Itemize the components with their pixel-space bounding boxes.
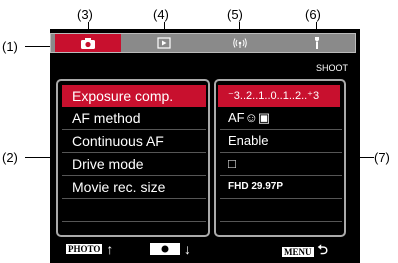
menu-values-panel: ⁻3..2..1..0..1..2..⁺3 AF☺▣ Enable □ FHD …	[214, 79, 346, 237]
wireless-icon	[233, 38, 247, 48]
value-af-method: AF☺▣	[228, 110, 271, 125]
callout-3: (3)	[77, 7, 93, 22]
value-continuous-af: Enable	[228, 133, 269, 148]
value-exposure-scale: ⁻3..2..1..0..1..2..⁺3	[218, 85, 340, 107]
menu-items-panel: Exposure comp. AF method Continuous AF D…	[56, 79, 210, 237]
tab-playback[interactable]	[129, 34, 199, 52]
menu-tab-bar	[50, 33, 356, 53]
value-movie-rec-size: FHD 29.97P	[228, 181, 284, 192]
photo-label: PHOTO	[66, 244, 103, 254]
menu-label: MENU	[282, 247, 314, 257]
camera-icon	[81, 38, 95, 49]
menu-hint: MENU ⮌	[282, 241, 328, 263]
playback-icon	[157, 37, 171, 49]
tab-setup[interactable]	[283, 34, 351, 52]
value-drive-mode: □	[228, 156, 236, 171]
menu-item-drive-mode[interactable]: Drive mode	[62, 153, 206, 175]
callout-5: (5)	[227, 7, 243, 22]
wrench-icon	[315, 37, 319, 49]
record-button-icon	[150, 243, 180, 255]
row-separator	[62, 198, 206, 199]
up-arrow-icon: ↑	[106, 241, 114, 257]
callout-1: (1)	[2, 39, 18, 54]
row-separator	[220, 221, 342, 222]
record-hint: ↓	[150, 241, 191, 257]
menu-tab-label: SHOOT	[315, 63, 348, 73]
callout-4: (4)	[153, 7, 169, 22]
photo-hint: PHOTO ↑	[66, 241, 113, 257]
callout-6: (6)	[305, 7, 321, 22]
return-arrow-icon: ⮌	[317, 242, 328, 257]
menu-item-continuous-af[interactable]: Continuous AF	[62, 130, 206, 152]
menu-item-exposure-comp[interactable]: Exposure comp.	[62, 85, 206, 107]
row-separator	[62, 221, 206, 222]
callout-1-line	[25, 46, 51, 47]
tab-shooting[interactable]	[55, 34, 121, 52]
down-arrow-icon: ↓	[184, 241, 191, 257]
menu-item-movie-rec-size[interactable]: Movie rec. size	[62, 176, 206, 198]
camera-menu-screen: SHOOT Exposure comp. AF method Continuou…	[50, 29, 360, 263]
menu-item-af-method[interactable]: AF method	[62, 107, 206, 129]
row-separator	[220, 198, 342, 199]
callout-2: (2)	[2, 150, 18, 165]
callout-7: (7)	[374, 150, 390, 165]
tab-wireless[interactable]	[205, 34, 275, 52]
